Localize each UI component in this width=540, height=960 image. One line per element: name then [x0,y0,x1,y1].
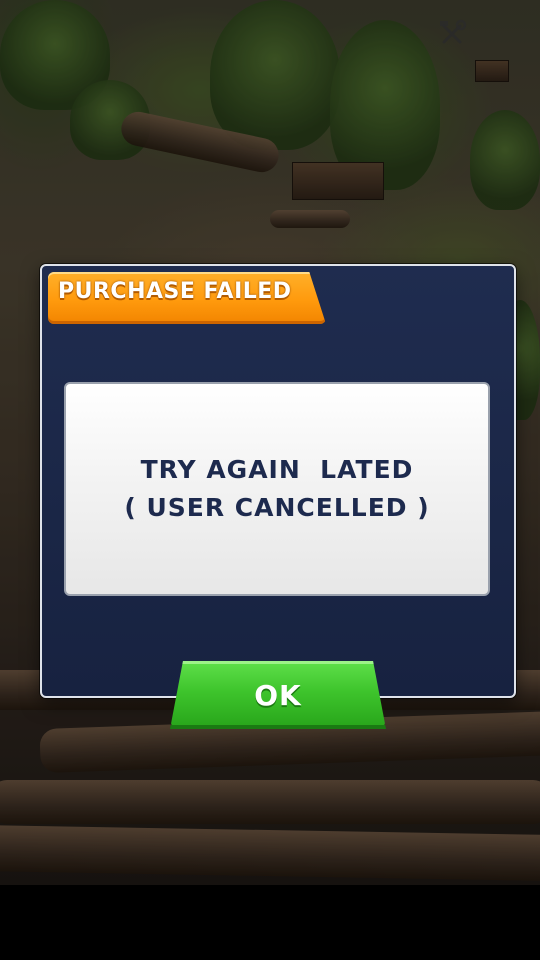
wrench-hammer-icon [440,19,467,44]
message-line-2: ( USER CANCELLED ) [124,493,430,522]
purchase-failed-dialog: PURCHASE FAILED TRY AGAIN LATED ( USER C… [40,264,516,698]
tools-icon[interactable] [436,16,470,50]
bottom-black-bar [0,885,540,960]
ok-button-label: OK [254,678,302,712]
dialog-title: PURCHASE FAILED [58,279,292,304]
message-panel: TRY AGAIN LATED ( USER CANCELLED ) [64,382,490,596]
ok-button[interactable]: OK [170,661,386,729]
message-line-1: TRY AGAIN LATED [140,455,414,484]
